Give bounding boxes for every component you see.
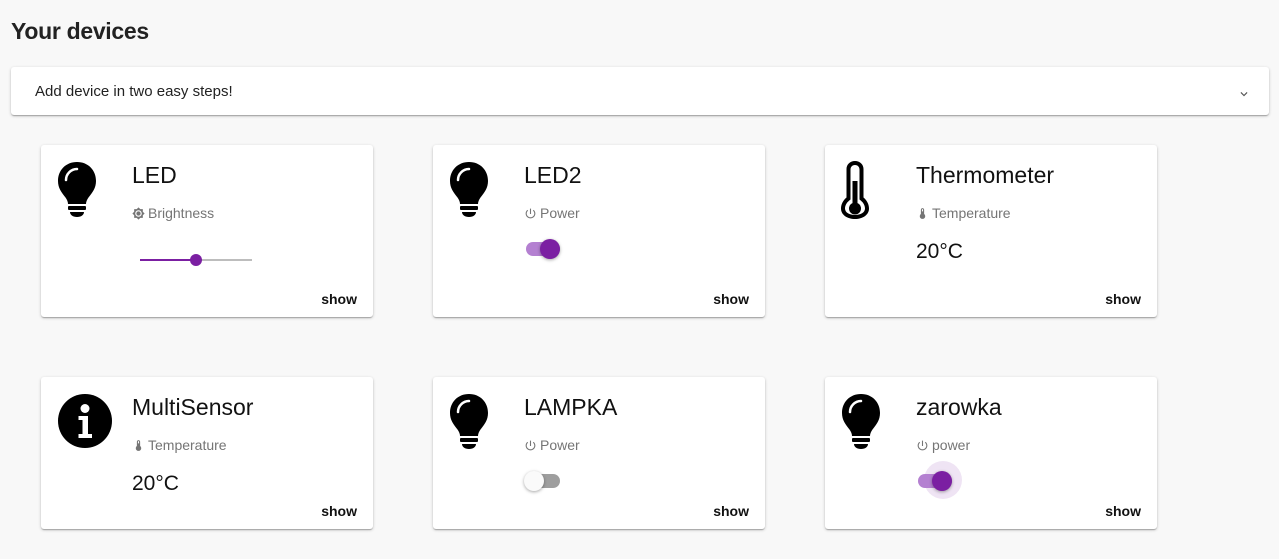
lightbulb-icon	[448, 161, 490, 217]
info-icon	[57, 393, 113, 449]
device-card-thermometer: Thermometer Temperature 20°C show	[825, 145, 1157, 317]
thermometer-icon	[135, 439, 142, 451]
device-card-lampka: LAMPKA Power show	[433, 377, 765, 529]
show-button[interactable]: show	[321, 503, 357, 519]
chevron-down-icon[interactable]	[1237, 87, 1251, 101]
power-toggle[interactable]	[524, 469, 562, 493]
device-name: MultiSensor	[132, 394, 254, 420]
device-property-label: Power	[540, 437, 580, 453]
device-name: LED2	[524, 162, 582, 188]
toggle-thumb	[524, 471, 544, 491]
add-device-accordion[interactable]: Add device in two easy steps!	[11, 67, 1269, 115]
device-property: Brightness	[132, 205, 214, 221]
device-property: Power	[524, 437, 580, 453]
brightness-slider[interactable]	[140, 253, 252, 267]
thermometer-icon	[919, 207, 926, 219]
device-property-label: Temperature	[932, 205, 1011, 221]
show-button[interactable]: show	[321, 291, 357, 307]
power-icon	[917, 440, 928, 450]
device-card-multisensor: MultiSensor Temperature 20°C show	[41, 377, 373, 529]
show-button[interactable]: show	[1105, 503, 1141, 519]
show-button[interactable]: show	[1105, 291, 1141, 307]
power-toggle[interactable]	[916, 461, 962, 499]
device-property-label: Brightness	[148, 205, 215, 221]
lightbulb-icon	[56, 161, 98, 217]
device-card-led: LED Brightness show	[41, 145, 373, 317]
brightness-icon	[132, 206, 145, 220]
add-device-label: Add device in two easy steps!	[35, 82, 233, 100]
slider-track	[140, 259, 196, 261]
device-card-led2: LED2 Power show	[433, 145, 765, 317]
thermometer-icon	[838, 159, 872, 219]
device-property: Temperature	[132, 437, 227, 453]
device-card-zarowka: zarowka power show	[825, 377, 1157, 529]
device-name: LAMPKA	[524, 394, 618, 420]
device-name: zarowka	[916, 394, 1002, 420]
device-name: Thermometer	[916, 162, 1055, 188]
device-name: LED	[132, 162, 177, 188]
power-icon	[525, 208, 536, 218]
device-property-label: Temperature	[148, 437, 227, 453]
device-value: 20°C	[916, 240, 963, 263]
toggle-thumb	[932, 471, 952, 491]
device-property: Temperature	[916, 205, 1011, 221]
device-property: Power	[524, 205, 580, 221]
device-value: 20°C	[132, 472, 179, 495]
device-property: power	[916, 437, 970, 453]
device-property-label: Power	[540, 205, 580, 221]
device-property-label: power	[932, 437, 971, 453]
toggle-thumb	[540, 239, 560, 259]
lightbulb-icon	[448, 393, 490, 449]
power-icon	[525, 440, 536, 450]
show-button[interactable]: show	[713, 291, 749, 307]
lightbulb-icon	[840, 393, 882, 449]
page-title: Your devices	[11, 18, 149, 44]
power-toggle[interactable]	[524, 237, 562, 261]
show-button[interactable]: show	[713, 503, 749, 519]
slider-thumb[interactable]	[190, 254, 202, 266]
